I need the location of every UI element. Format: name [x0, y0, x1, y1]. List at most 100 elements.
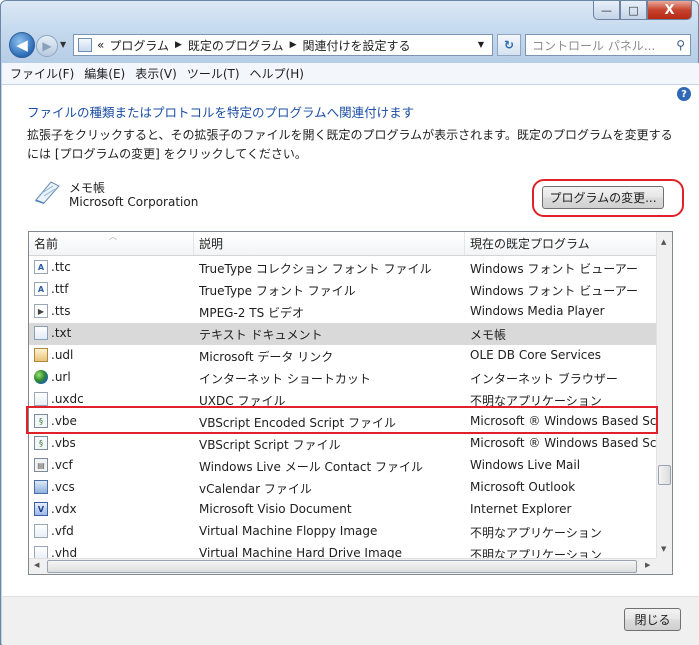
row-description: TrueType コレクション フォント ファイル [199, 262, 432, 276]
row-description: インターネット ショートカット [199, 372, 371, 386]
recent-pages-dropdown[interactable]: ▼ [60, 40, 66, 49]
row-description: vCalendar ファイル [199, 482, 312, 496]
visio-file-icon: V [34, 502, 48, 516]
row-name-cell: A .ttf [34, 282, 68, 296]
breadcrumb-overflow[interactable]: « [97, 38, 104, 52]
font-file-icon: A [34, 282, 48, 296]
table-row[interactable]: A .ttc TrueType コレクション フォント ファイル Windows フォ… [29, 257, 657, 279]
row-name-cell: A .ttc [34, 260, 71, 274]
program-name: メモ帳 [69, 181, 106, 195]
table-row[interactable]: .udl Microsoft データ リンク OLE DB Core Service… [29, 345, 657, 367]
help-icon[interactable]: ? [677, 87, 691, 101]
vertical-scrollbar[interactable]: ▲ ▼ [656, 232, 672, 559]
table-row[interactable]: .vcs vCalendar ファイル Microsoft Outlook [29, 477, 657, 499]
globe-file-icon [34, 370, 48, 384]
row-default-program: インターネット ブラウザー [470, 372, 618, 386]
scroll-left-icon[interactable]: ◀ [34, 561, 39, 569]
row-extension: .udl [51, 348, 74, 362]
row-default-program: Windows Live Mail [470, 458, 581, 472]
refresh-icon: ↻ [503, 38, 515, 52]
footer: 閉じる [2, 596, 699, 645]
row-extension: .vcs [51, 480, 75, 494]
script-file-icon: § [34, 436, 48, 450]
scroll-right-icon[interactable]: ▶ [645, 561, 650, 569]
cal-file-icon [34, 480, 48, 494]
menu-bar: ファイル(F) 編集(E) 表示(V) ツール(T) ヘルプ(H) [2, 63, 699, 85]
column-header-description[interactable]: 説明 [194, 232, 465, 255]
table-row[interactable]: .txt テキスト ドキュメント メモ帳 [29, 323, 657, 345]
row-description: テキスト ドキュメント [199, 328, 323, 342]
row-name-cell: .udl [34, 348, 73, 362]
table-row[interactable]: A .ttf TrueType フォント ファイル Windows フォント ビューア… [29, 279, 657, 301]
row-description: Microsoft Visio Document [199, 502, 352, 516]
column-header-program[interactable]: 現在の既定プログラム [465, 232, 657, 255]
column-header-name[interactable]: 名前 ︿ [29, 232, 194, 255]
page-title: ファイルの種類またはプロトコルを特定のプログラムへ関連付けます [27, 105, 415, 120]
address-bar[interactable]: « プログラム ▶ 既定のプログラム ▶ 関連付けを設定する ▼ [73, 34, 493, 56]
column-name-label: 名前 [34, 237, 59, 251]
scroll-down-icon[interactable]: ▼ [661, 545, 666, 553]
search-input[interactable]: コントロール パネル... ⚲ [525, 34, 691, 56]
search-icon[interactable]: ⚲ [676, 38, 685, 52]
table-row[interactable]: ▤ .vcf Windows Live メール Contact ファイル Window… [29, 455, 657, 477]
caption-buttons: — □ X [593, 1, 692, 21]
search-placeholder: コントロール パネル... [532, 38, 656, 53]
row-description: MPEG-2 TS ビデオ [199, 306, 305, 320]
chevron-right-icon[interactable]: ▶ [175, 40, 182, 50]
row-extension: .vcf [51, 458, 73, 472]
table-row[interactable]: .url インターネット ショートカット インターネット ブラウザー [29, 367, 657, 389]
forward-button[interactable]: ▶ [36, 35, 58, 57]
breadcrumb-default-programs[interactable]: 既定のプログラム [188, 37, 284, 54]
table-row[interactable]: V .vdx Microsoft Visio Document Internet Ex… [29, 499, 657, 521]
column-description-label: 説明 [199, 237, 224, 251]
menu-view[interactable]: 表示(V) [135, 65, 177, 82]
txt-file-icon [34, 326, 48, 340]
row-description: Microsoft データ リンク [199, 350, 334, 364]
menu-file[interactable]: ファイル(F) [10, 65, 74, 82]
list-header: 名前 ︿ 説明 現在の既定プログラム [29, 232, 657, 256]
row-description: VBScript Script ファイル [199, 438, 341, 452]
horizontal-scroll-thumb[interactable] [47, 560, 637, 573]
row-name-cell: .vfd [34, 524, 74, 538]
row-default-program: Internet Explorer [470, 502, 572, 516]
row-description: Virtual Machine Floppy Image [199, 524, 378, 538]
row-default-program: Microsoft Outlook [470, 480, 576, 494]
address-dropdown-icon[interactable]: ▼ [478, 40, 484, 49]
row-description: Windows Live メール Contact ファイル [199, 460, 424, 474]
chevron-right-icon[interactable]: ▶ [290, 40, 297, 50]
maximize-button[interactable]: □ [620, 1, 647, 20]
close-window-button[interactable]: X [647, 1, 692, 20]
table-row[interactable]: .vfd Virtual Machine Floppy Image 不明なアプリケー… [29, 521, 657, 543]
table-row[interactable]: ▶ .tts MPEG-2 TS ビデオ Windows Media Player [29, 301, 657, 323]
row-name-cell: ▶ .tts [34, 304, 70, 318]
udl-file-icon [34, 348, 48, 362]
sort-ascending-icon: ︿ [109, 232, 117, 241]
table-row[interactable]: § .vbs VBScript Script ファイル Microsoft ® Win… [29, 433, 665, 455]
breadcrumb-programs[interactable]: プログラム [109, 37, 169, 54]
row-description: TrueType フォント ファイル [199, 284, 356, 298]
back-button[interactable]: ◀ [9, 32, 35, 58]
program-company: Microsoft Corporation [69, 195, 199, 209]
title-bar: — □ X ◀ ▶ ▼ « プログラム ▶ 既定のプログラム ▶ 関連付けを設定… [1, 1, 698, 63]
menu-edit[interactable]: 編集(E) [84, 65, 125, 82]
row-extension: .ttc [51, 260, 71, 274]
control-panel-icon [78, 38, 92, 52]
row-extension: .uxdc [51, 392, 84, 406]
horizontal-scrollbar[interactable]: ◀ ▶ [29, 558, 657, 574]
vertical-scroll-thumb[interactable] [658, 465, 671, 485]
breadcrumb-set-associations[interactable]: 関連付けを設定する [302, 37, 410, 54]
menu-help[interactable]: ヘルプ(H) [250, 65, 304, 82]
row-default-program: 不明なアプリケーション [470, 526, 602, 540]
row-extension: .tts [51, 304, 71, 318]
row-default-program: Windows フォント ビューアー [470, 284, 638, 298]
scroll-corner [656, 558, 672, 574]
close-button[interactable]: 閉じる [624, 608, 681, 631]
highlight-change-button [532, 179, 684, 217]
forward-arrow-icon: ▶ [42, 39, 52, 53]
menu-tools[interactable]: ツール(T) [187, 65, 240, 82]
card-file-icon: ▤ [34, 458, 48, 472]
refresh-button[interactable]: ↻ [497, 34, 521, 56]
minimize-button[interactable]: — [593, 1, 620, 20]
scroll-up-icon[interactable]: ▲ [661, 238, 666, 246]
page-description: 拡張子をクリックすると、その拡張子のファイルを開く既定のプログラムが表示されます… [27, 128, 673, 161]
